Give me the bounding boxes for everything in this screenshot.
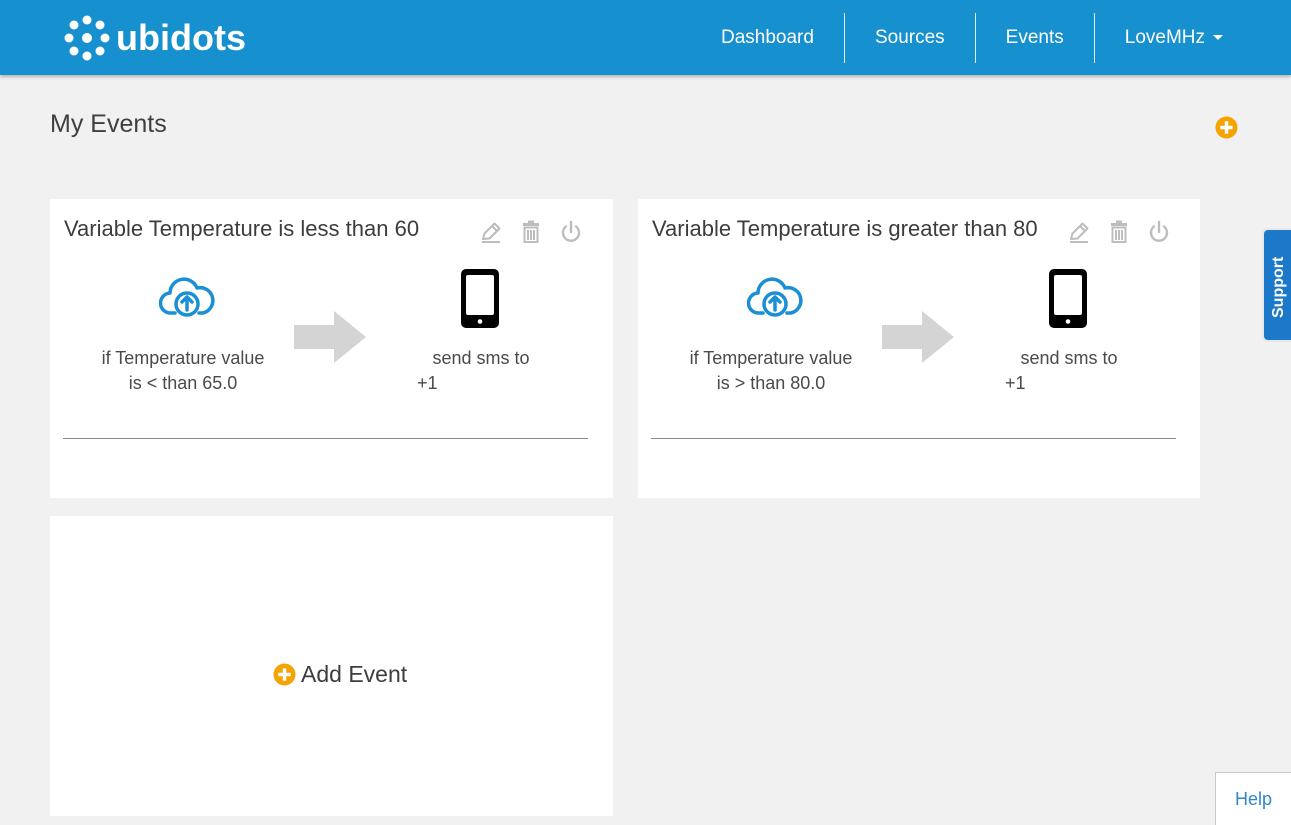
event-action-text: send sms to [1020, 348, 1118, 368]
nav-sources-label: Sources [874, 27, 945, 48]
nav-dashboard[interactable]: Dashboard [691, 13, 844, 63]
top-navbar: ubidots Dashboard Sources Events LoveMHz [0, 0, 1291, 75]
card-divider [63, 438, 588, 439]
event-action-text: send sms to [432, 348, 530, 368]
condition-line-1: if Temperature value [101, 348, 265, 368]
trash-icon[interactable] [518, 219, 544, 245]
cloud-upload-icon [747, 277, 803, 317]
support-label: Support [1270, 256, 1287, 318]
add-event-button[interactable]: Add Event [273, 661, 407, 688]
arrow-right-icon [882, 311, 954, 363]
add-event-plus-icon[interactable] [1215, 116, 1238, 139]
card-divider [651, 438, 1176, 439]
pencil-icon[interactable] [478, 219, 504, 245]
nav-events[interactable]: Events [974, 13, 1094, 63]
trash-icon[interactable] [1106, 219, 1132, 245]
page-title: My Events [50, 110, 167, 138]
nav-events-label: Events [1005, 27, 1064, 48]
event-actions [478, 219, 598, 245]
cloud-upload-icon [159, 277, 215, 317]
event-card: Variable Temperature is greater than 80 … [638, 199, 1200, 498]
support-tab[interactable]: Support [1262, 228, 1291, 342]
nav-dashboard-label: Dashboard [721, 27, 814, 48]
condition-line-1: if Temperature value [689, 348, 853, 368]
event-card: Variable Temperature is less than 60 if … [50, 199, 613, 498]
caret-down-icon [1213, 34, 1223, 40]
add-event-card[interactable]: Add Event [50, 516, 613, 816]
ubidots-logo[interactable]: ubidots [64, 14, 246, 62]
logo-text: ubidots [116, 17, 246, 58]
power-icon[interactable] [1146, 219, 1172, 245]
add-event-label: Add Event [301, 661, 408, 687]
nav-sources[interactable]: Sources [843, 13, 975, 63]
event-actions [1066, 219, 1186, 245]
plus-circle-icon [273, 663, 296, 686]
logo-dots-icon [64, 15, 110, 61]
event-condition: if Temperature value is > than 80.0 [676, 346, 866, 396]
arrow-right-icon [294, 311, 366, 363]
user-menu-label: LoveMHz [1124, 27, 1205, 48]
pencil-icon[interactable] [1066, 219, 1092, 245]
help-button[interactable]: Help [1215, 772, 1291, 825]
event-condition: if Temperature value is < than 65.0 [88, 346, 278, 396]
event-title: Variable Temperature is less than 60 [64, 216, 420, 241]
condition-line-2: is < than 65.0 [128, 373, 238, 393]
smartphone-icon [1049, 269, 1087, 328]
user-menu-dropdown[interactable]: LoveMHz [1093, 13, 1253, 63]
power-icon[interactable] [558, 219, 584, 245]
event-title: Variable Temperature is greater than 80 [652, 216, 1038, 241]
condition-line-2: is > than 80.0 [716, 373, 826, 393]
smartphone-icon [461, 269, 499, 328]
main-nav: Dashboard Sources Events LoveMHz [691, 13, 1253, 63]
event-action-phone: +1 [1005, 373, 1026, 393]
help-label: Help [1234, 788, 1273, 809]
event-action-phone: +1 [417, 373, 438, 393]
